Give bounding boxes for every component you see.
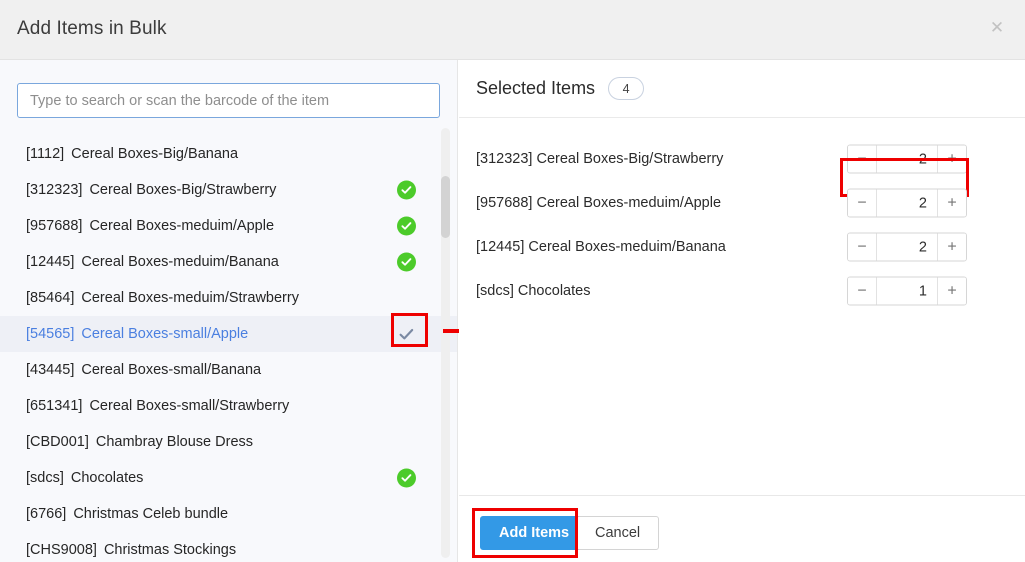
selected-item-row: [312323] Cereal Boxes-Big/Strawberry −2 +: [459, 137, 1025, 197]
selected-items-panel: Selected Items 4 [312323] Cereal Boxes-B…: [459, 60, 1025, 562]
item-code: [312323]: [26, 182, 83, 198]
quantity-decrement-button[interactable]: −: [848, 189, 877, 217]
list-item[interactable]: [54565] Cereal Boxes-small/Apple: [0, 316, 457, 352]
add-items-dialog: Add Items in Bulk ✕ [1112] Cereal Boxes-B…: [0, 0, 1025, 562]
list-item[interactable]: [651341] Cereal Boxes-small/Strawberry: [0, 388, 457, 424]
quantity-stepper[interactable]: −2 +: [847, 232, 967, 262]
item-name: Chambray Blouse Dress: [95, 434, 254, 450]
item-name: Chocolates: [70, 470, 144, 486]
selected-item-row: [957688] Cereal Boxes-meduim/Apple −2 +: [459, 181, 1025, 225]
item-code: [54565]: [26, 326, 75, 342]
selected-item-label: [312323] Cereal Boxes-Big/Strawberry: [476, 151, 724, 167]
item-code: [651341]: [26, 398, 83, 414]
page-title: Add Items in Bulk: [17, 18, 167, 39]
item-code: [12445]: [26, 254, 75, 270]
item-name: Cereal Boxes-small/Strawberry: [89, 398, 290, 414]
item-code: [85464]: [26, 290, 75, 306]
selected-items-list: [312323] Cereal Boxes-Big/Strawberry −2 +[…: [459, 118, 1025, 495]
list-item[interactable]: [sdcs] Chocolates: [0, 460, 457, 496]
item-added-check-icon: [397, 216, 416, 236]
item-code: [957688]: [26, 218, 83, 234]
quantity-increment-button[interactable]: +: [937, 277, 966, 305]
item-added-check-icon: [397, 252, 416, 272]
item-list-scrollbar[interactable]: [441, 128, 450, 558]
item-code: [CHS9008]: [26, 542, 97, 558]
list-item[interactable]: [43445] Cereal Boxes-small/Banana: [0, 352, 457, 388]
selected-item-label: [957688] Cereal Boxes-meduim/Apple: [476, 195, 722, 211]
item-list-scrollbar-thumb[interactable]: [441, 176, 450, 238]
item-name: Cereal Boxes-small/Banana: [81, 362, 262, 378]
list-item[interactable]: [85464] Cereal Boxes-meduim/Strawberry: [0, 280, 457, 316]
selected-items-title: Selected Items: [476, 78, 596, 98]
item-name: Cereal Boxes-meduim/Apple: [89, 218, 275, 234]
quantity-value[interactable]: 2: [877, 189, 937, 217]
add-items-button[interactable]: Add Items: [480, 516, 589, 550]
selected-item-row: [12445] Cereal Boxes-meduim/Banana −2 +: [459, 225, 1025, 269]
quantity-decrement-button[interactable]: −: [848, 277, 877, 305]
item-list: [1112] Cereal Boxes-Big/Banana [312323] Cer…: [0, 136, 457, 562]
quantity-stepper[interactable]: −2 +: [847, 144, 967, 174]
item-name: Cereal Boxes-small/Apple: [81, 326, 249, 342]
list-item[interactable]: [312323] Cereal Boxes-Big/Strawberry: [0, 172, 457, 208]
quantity-value[interactable]: 1: [877, 277, 937, 305]
quantity-value[interactable]: 2: [877, 233, 937, 261]
dialog-header: Add Items in Bulk ✕: [0, 0, 1025, 60]
item-name: Cereal Boxes-Big/Banana: [71, 146, 239, 162]
quantity-decrement-button[interactable]: −: [848, 233, 877, 261]
item-name: Christmas Celeb bundle: [73, 506, 229, 522]
list-item[interactable]: [CBD001] Chambray Blouse Dress: [0, 424, 457, 460]
list-item[interactable]: [6766] Christmas Celeb bundle: [0, 496, 457, 532]
list-item[interactable]: [957688] Cereal Boxes-meduim/Apple: [0, 208, 457, 244]
item-code: [43445]: [26, 362, 75, 378]
selected-item-label: [sdcs] Chocolates: [476, 283, 591, 299]
quantity-stepper[interactable]: −1 +: [847, 276, 967, 306]
item-code: [6766]: [26, 506, 67, 522]
item-code: [sdcs]: [26, 470, 64, 486]
item-name: Cereal Boxes-meduim/Banana: [81, 254, 279, 270]
item-name: Cereal Boxes-meduim/Strawberry: [81, 290, 299, 306]
quantity-increment-button[interactable]: +: [937, 233, 966, 261]
quantity-increment-button[interactable]: +: [937, 145, 966, 173]
list-item[interactable]: [CHS9008] Christmas Stockings: [0, 532, 457, 562]
cancel-button[interactable]: Cancel: [576, 516, 660, 550]
selected-count-badge: 4: [608, 77, 645, 100]
item-code: [CBD001]: [26, 434, 89, 450]
list-item[interactable]: [12445] Cereal Boxes-meduim/Banana: [0, 244, 457, 280]
list-item[interactable]: [1112] Cereal Boxes-Big/Banana: [0, 136, 457, 172]
item-added-check-icon: [397, 468, 416, 488]
item-select-check-icon[interactable]: [391, 320, 422, 348]
selected-item-label: [12445] Cereal Boxes-meduim/Banana: [476, 239, 726, 255]
item-added-check-icon: [397, 180, 416, 200]
search-input[interactable]: [17, 83, 440, 118]
close-icon[interactable]: ✕: [983, 14, 1011, 42]
item-name: Christmas Stockings: [103, 542, 237, 558]
dialog-footer: Add Items Cancel: [459, 496, 1025, 562]
item-code: [1112]: [26, 146, 65, 162]
selected-items-header: Selected Items 4: [459, 60, 1025, 118]
quantity-stepper[interactable]: −2 +: [847, 188, 967, 218]
quantity-increment-button[interactable]: +: [937, 189, 966, 217]
item-search-panel: [1112] Cereal Boxes-Big/Banana [312323] Cer…: [0, 60, 458, 562]
quantity-value[interactable]: 2: [877, 145, 937, 173]
search-field-wrapper: [17, 83, 440, 118]
selected-item-row: [sdcs] Chocolates −1 +: [459, 269, 1025, 313]
item-name: Cereal Boxes-Big/Strawberry: [89, 182, 277, 198]
quantity-decrement-button[interactable]: −: [848, 145, 877, 173]
